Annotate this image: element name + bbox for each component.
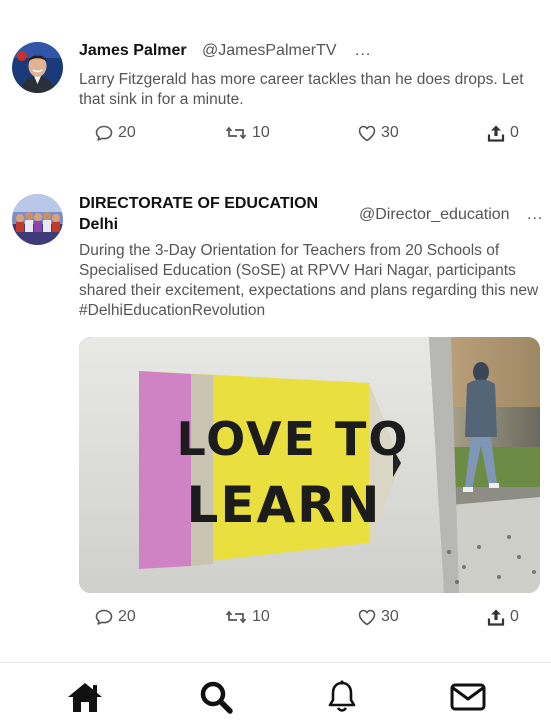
nav-notifications[interactable] xyxy=(322,679,362,715)
tweet-text: During the 3-Day Orientation for Teacher… xyxy=(79,242,539,319)
retweet-button[interactable]: 10 xyxy=(225,608,270,626)
reply-count: 20 xyxy=(118,608,136,625)
nav-home[interactable] xyxy=(65,679,105,715)
author-handle[interactable]: @Director_education xyxy=(359,206,510,224)
author-name-line2[interactable]: Delhi xyxy=(79,216,118,234)
retweet-count: 10 xyxy=(252,608,270,625)
like-button[interactable]: 30 xyxy=(358,608,399,626)
sign-text-line2: LEARN xyxy=(186,476,381,534)
tweet-actions: 20 10 30 0 xyxy=(0,608,551,632)
tweet[interactable]: DIRECTORATE OF EDUCATION Delhi @Director… xyxy=(0,0,551,660)
reply-button[interactable]: 20 xyxy=(95,608,136,626)
share-count: 0 xyxy=(510,608,519,625)
share-button[interactable]: 0 xyxy=(487,608,519,626)
bell-icon xyxy=(328,680,356,712)
share-icon xyxy=(487,609,505,626)
reply-icon xyxy=(95,609,113,625)
heart-icon xyxy=(358,609,376,625)
search-icon xyxy=(200,681,233,714)
retweet-icon xyxy=(225,610,247,624)
nav-search[interactable] xyxy=(196,679,236,715)
author-name-line1[interactable]: DIRECTORATE OF EDUCATION xyxy=(79,195,318,213)
mail-icon xyxy=(450,683,486,711)
sign-text-line1: LOVE TO xyxy=(176,412,409,466)
tweet-media-image[interactable]: LOVE TO LEARN xyxy=(79,337,540,593)
avatar[interactable] xyxy=(12,194,63,245)
bottom-nav xyxy=(0,663,551,726)
like-count: 30 xyxy=(381,608,399,625)
home-icon xyxy=(68,683,102,712)
more-options-button[interactable]: ... xyxy=(527,206,543,224)
nav-messages[interactable] xyxy=(448,679,488,715)
